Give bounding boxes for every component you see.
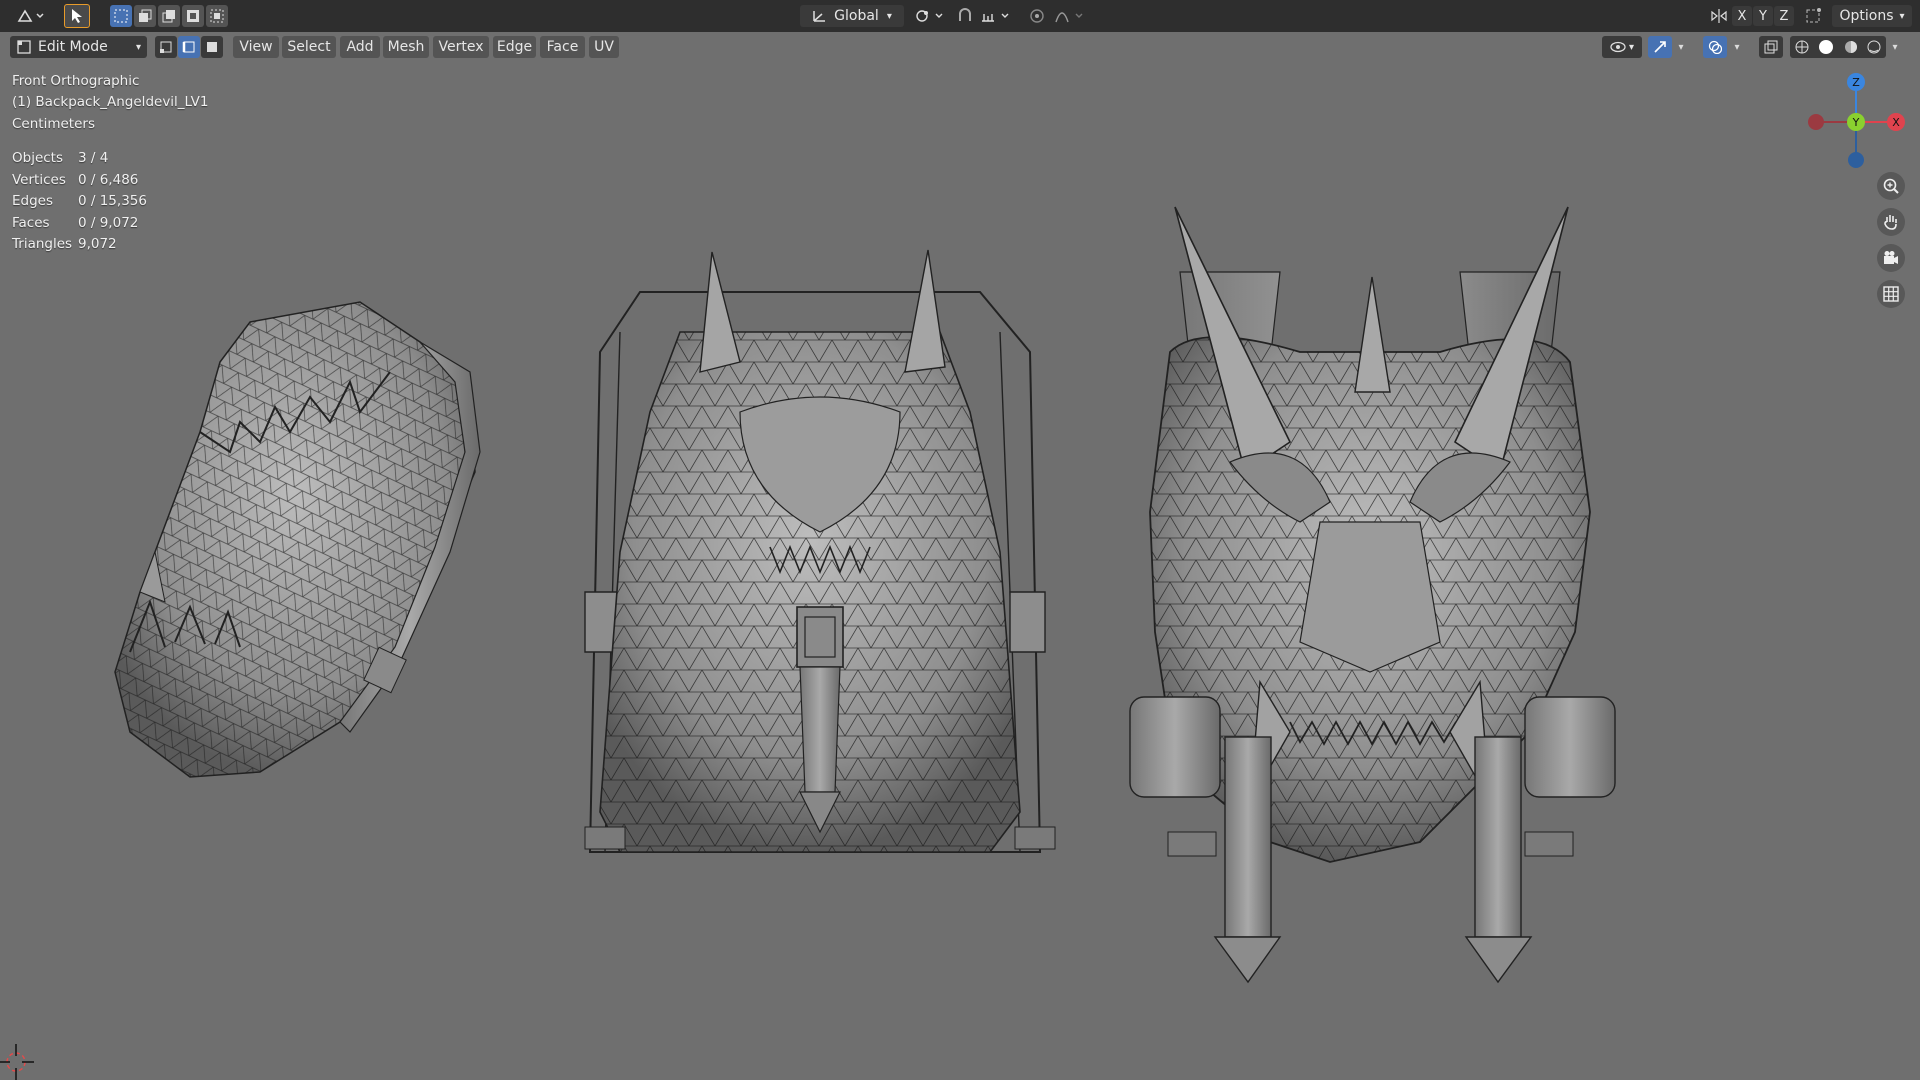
- menu-edge[interactable]: Edge: [493, 36, 536, 58]
- chevron-down-icon[interactable]: ▾: [1672, 36, 1690, 58]
- transform-orientation-dropdown[interactable]: Global ▾: [800, 5, 904, 27]
- menu-face[interactable]: Face: [540, 36, 585, 58]
- shading-icon[interactable]: [1790, 36, 1886, 58]
- select-mode-extend[interactable]: [134, 5, 156, 27]
- proportional-edit-icon[interactable]: [1026, 5, 1048, 27]
- select-cursor-icon[interactable]: [64, 4, 90, 28]
- object-name: (1) Backpack_Angeldevil_LV1: [12, 94, 209, 110]
- material-shading-icon[interactable]: [1844, 40, 1858, 54]
- menu-uv[interactable]: UV: [589, 36, 619, 58]
- gizmo-neg-x-axis[interactable]: [1808, 114, 1824, 130]
- snap-icon[interactable]: [978, 5, 1014, 27]
- 3d-cursor-icon[interactable]: [0, 1044, 34, 1080]
- select-mode-subtract[interactable]: [158, 5, 180, 27]
- grid-icon[interactable]: [1877, 280, 1905, 308]
- menu-select[interactable]: Select: [282, 36, 336, 58]
- stat-value: 0 / 6,486: [78, 171, 139, 188]
- navigation-gizmo[interactable]: Z X Y: [1798, 72, 1918, 182]
- stat-value: 0 / 15,356: [78, 193, 147, 209]
- overlay-icon[interactable]: [1703, 36, 1727, 58]
- snap-toggle-icon[interactable]: [954, 5, 976, 27]
- svg-text:X: X: [1892, 116, 1900, 129]
- select-mode-new[interactable]: [110, 5, 132, 27]
- visibility-dropdown[interactable]: ▾: [1602, 36, 1642, 58]
- stat-value: 3 / 4: [78, 150, 109, 166]
- vertex-select-mode-button[interactable]: [155, 36, 177, 58]
- stat-value: 0 / 9,072: [78, 214, 139, 231]
- rendered-shading-icon[interactable]: [1867, 40, 1881, 54]
- pivot-icon[interactable]: [912, 5, 948, 27]
- mirror-x-button[interactable]: X: [1732, 6, 1752, 26]
- edge-select-mode-button[interactable]: [178, 36, 200, 58]
- gizmo-x-axis[interactable]: X: [1887, 113, 1905, 131]
- chevron-down-icon: ▾: [886, 10, 892, 22]
- camera-icon[interactable]: [1877, 244, 1905, 272]
- 3d-viewport[interactable]: Edit Mode ▾ View Select Add Mesh Vertex Edge F…: [0, 32, 1920, 1080]
- menu-mesh[interactable]: Mesh: [383, 36, 429, 58]
- select-mode-invert[interactable]: [182, 5, 204, 27]
- mirror-z-button[interactable]: Z: [1774, 6, 1794, 26]
- unit-system: Centimeters: [12, 116, 95, 132]
- mirror-y-button[interactable]: Y: [1753, 6, 1773, 26]
- face-select-mode-button[interactable]: [201, 36, 223, 58]
- xray-icon[interactable]: [1759, 36, 1783, 58]
- solid-shading-icon[interactable]: [1818, 39, 1834, 55]
- falloff-icon[interactable]: [1052, 5, 1088, 27]
- menu-view[interactable]: View: [233, 36, 279, 58]
- gizmo-y-axis[interactable]: Y: [1847, 113, 1865, 131]
- mesh-wireframe-display: [0, 206, 1616, 1080]
- mirror-icon[interactable]: [1708, 5, 1730, 27]
- zoom-icon[interactable]: [1877, 172, 1905, 200]
- stat-label: Objects: [12, 150, 64, 166]
- stat-label: Edges: [12, 193, 54, 209]
- gizmo-neg-z-axis[interactable]: [1848, 152, 1864, 168]
- menu-add[interactable]: Add: [340, 36, 380, 58]
- stat-label: Vertices: [12, 171, 66, 188]
- chevron-down-icon: ▾: [1628, 41, 1635, 53]
- editor-type-icon[interactable]: [14, 5, 48, 27]
- mesh-backpack-mask[interactable]: [1129, 206, 1616, 984]
- mode-label: Edit Mode: [38, 39, 108, 55]
- stat-label: Triangles: [12, 236, 73, 252]
- mesh-backpack-side[interactable]: [114, 301, 481, 778]
- pan-hand-icon[interactable]: [1877, 208, 1905, 236]
- view-name: Front Orthographic: [12, 73, 140, 89]
- chevron-down-icon: ▾: [1899, 10, 1905, 22]
- svg-text:Y: Y: [1852, 116, 1860, 129]
- options-label: Options: [1839, 8, 1894, 24]
- menu-vertex[interactable]: Vertex: [433, 36, 489, 58]
- select-mode-intersect[interactable]: [206, 5, 228, 27]
- chevron-down-icon[interactable]: ▾: [1886, 36, 1904, 58]
- chevron-down-icon[interactable]: ▾: [1728, 36, 1746, 58]
- mesh-backpack-front[interactable]: [584, 249, 1056, 853]
- wireframe-shading-icon[interactable]: [1795, 40, 1809, 54]
- chevron-down-icon: ▾: [135, 41, 141, 53]
- options-dropdown[interactable]: Options ▾: [1832, 5, 1912, 27]
- tool-header: Global ▾ X Y Z Options ▾: [0, 0, 1920, 33]
- mode-dropdown[interactable]: Edit Mode ▾: [10, 36, 147, 58]
- stat-label: Faces: [12, 214, 50, 231]
- svg-text:Z: Z: [1852, 76, 1860, 89]
- transform-orientation-label: Global: [834, 8, 879, 24]
- stat-value: 9,072: [78, 236, 117, 252]
- topology-icon[interactable]: [1802, 5, 1824, 27]
- gizmo-z-axis[interactable]: Z: [1847, 73, 1865, 91]
- gizmo-toggle-icon[interactable]: [1648, 36, 1672, 58]
